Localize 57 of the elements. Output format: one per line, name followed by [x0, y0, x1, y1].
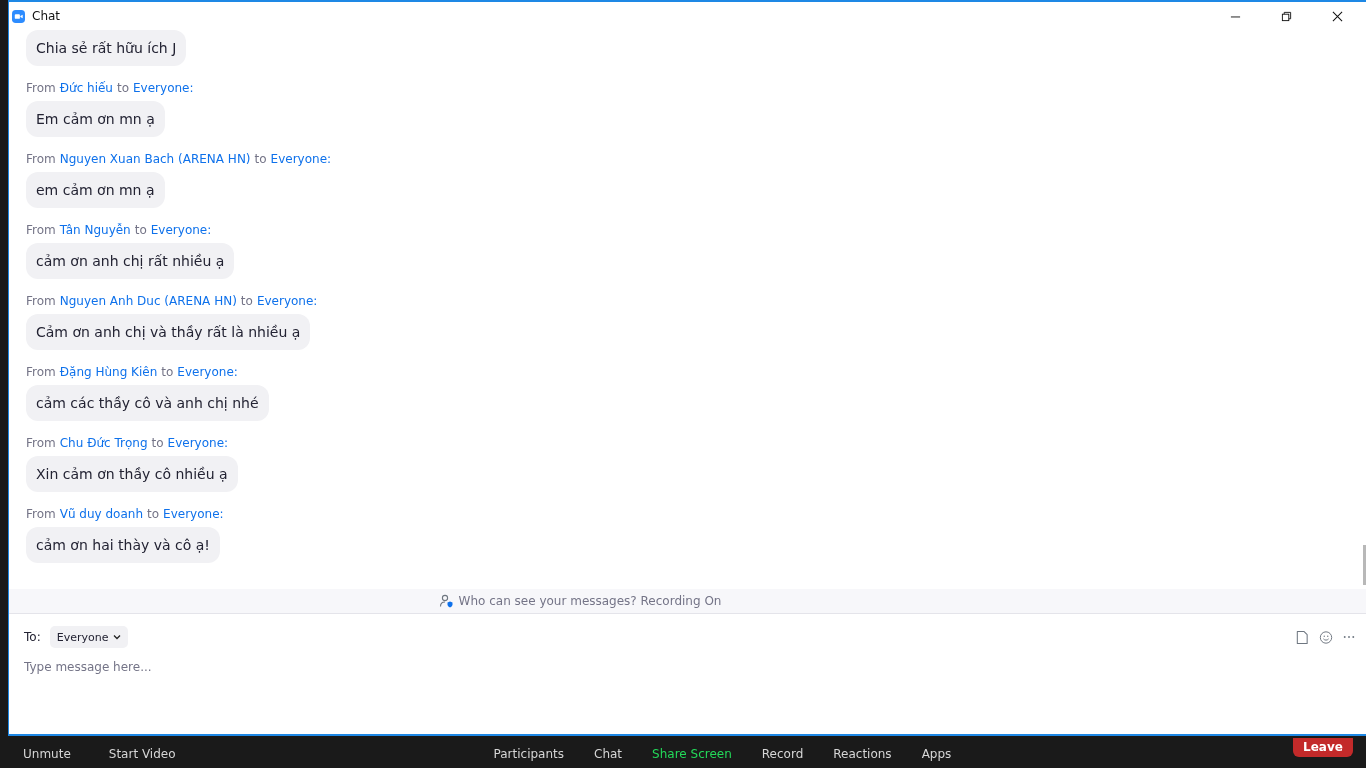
notice-text[interactable]: Who can see your messages? Recording On — [458, 594, 722, 608]
recipient-name: Everyone: — [133, 81, 194, 95]
from-label: From — [26, 436, 56, 450]
sender-name: Đặng Hùng Kiên — [59, 365, 158, 379]
recipient-dropdown[interactable]: Everyone — [49, 626, 129, 648]
recipient-name: Everyone: — [167, 436, 229, 450]
toolbar-button[interactable]: Chat — [594, 747, 623, 761]
from-label: From — [26, 507, 56, 521]
message-bubble: em cảm ơn mn ạ — [26, 172, 165, 208]
sender-name: Nguyen Xuan Bach (ARENA HN) — [59, 152, 251, 166]
toolbar-button[interactable]: Share Screen — [652, 747, 732, 761]
caret-icon — [113, 634, 122, 640]
recipient-name: Everyone: — [256, 294, 318, 308]
more-icon[interactable] — [1343, 635, 1355, 639]
toolbar-button[interactable]: Apps — [921, 747, 952, 761]
toolbar-button[interactable]: Participants — [493, 747, 565, 761]
person-shield-icon — [438, 594, 453, 608]
leave-button[interactable]: Leave — [1293, 737, 1353, 757]
toolbar-button[interactable]: Reactions — [833, 747, 892, 761]
sender-name: Nguyen Anh Duc (ARENA HN) — [59, 294, 237, 308]
to-label: To: — [24, 630, 41, 644]
emoji-icon[interactable] — [1319, 629, 1333, 645]
from-label: From — [26, 152, 56, 166]
toolbar-button[interactable]: Unmute — [23, 747, 71, 761]
to-label: to — [134, 223, 147, 237]
sender-name: Chu Đức Trọng — [59, 436, 148, 450]
from-label: From — [26, 294, 56, 308]
sender-name: Tân Nguyễn — [59, 223, 131, 237]
to-label: to — [151, 436, 164, 450]
to-label: to — [161, 365, 174, 379]
recipient-name: Everyone: — [163, 507, 224, 521]
to-label: to — [117, 81, 130, 95]
message-bubble: Cảm ơn anh chị và thầy rất là nhiều ạ — [26, 314, 311, 350]
to-label: to — [254, 152, 267, 166]
from-label: From — [26, 223, 56, 237]
to-label: to — [240, 294, 253, 308]
recipient-name: Everyone: — [270, 152, 332, 166]
to-label: to — [147, 507, 160, 521]
sender-name: Đức hiếu — [59, 81, 113, 95]
message-bubble: cảm các thầy cô và anh chị nhé — [26, 385, 269, 421]
message-input[interactable]: Type message here... — [24, 660, 424, 674]
camera-app-icon — [12, 9, 25, 23]
message-bubble: Xin cảm ơn thầy cô nhiều ạ — [26, 456, 238, 492]
recipient-name: Everyone: — [177, 365, 238, 379]
sender-name: Vũ duy doanh — [59, 507, 144, 521]
message-bubble: cảm ơn hai thày và cô ạ! — [26, 527, 220, 563]
scrollbar-thumb[interactable] — [1363, 545, 1366, 585]
window-title: Chat — [32, 9, 61, 23]
file-icon[interactable] — [1295, 629, 1309, 645]
from-label: From — [26, 365, 56, 379]
toolbar-button[interactable]: Record — [761, 747, 804, 761]
toolbar-button[interactable]: Start Video — [108, 747, 176, 761]
from-label: From — [26, 81, 56, 95]
message-bubble: Em cảm ơn mn ạ — [26, 101, 165, 137]
message-bubble: cảm ơn anh chị rất nhiều ạ — [26, 243, 235, 279]
message-bubble: Chia sẻ rất hữu ích J — [26, 30, 187, 66]
recipient-name: Everyone: — [150, 223, 212, 237]
